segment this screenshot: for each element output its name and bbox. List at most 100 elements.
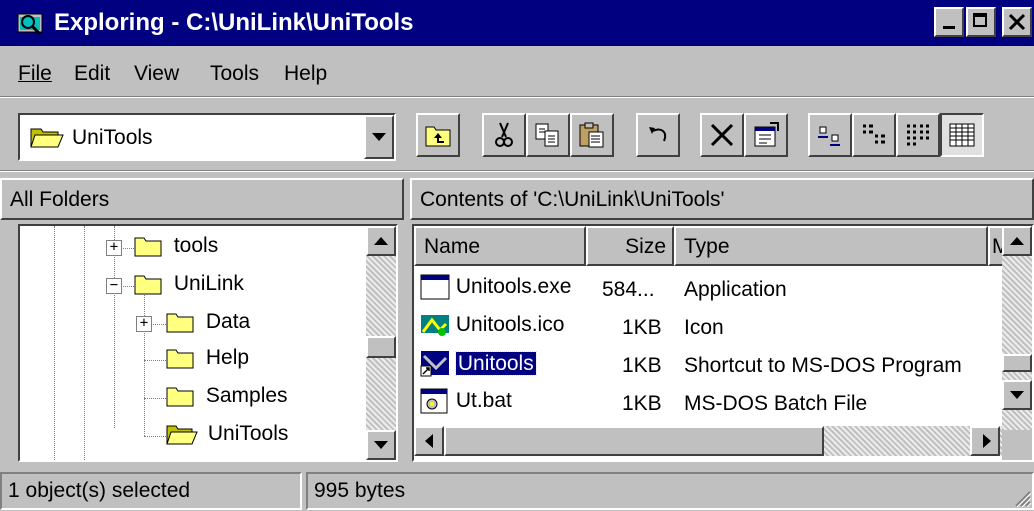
tree-item-help[interactable]: Help — [166, 346, 249, 370]
file-type: Application — [684, 278, 787, 301]
tree-item-data[interactable]: Data — [166, 310, 250, 334]
tree-item-samples[interactable]: Samples — [166, 384, 288, 408]
tree-scroll-down-button[interactable] — [366, 430, 396, 460]
file-row-unitools-exe[interactable]: Unitools.exe — [420, 274, 571, 300]
explorer-window: Exploring - C:\UniLink\UniTools File Edi… — [0, 0, 1034, 511]
file-row-unitools-shortcut[interactable]: Unitools — [420, 350, 537, 378]
small-icons-icon — [863, 124, 885, 144]
tree-line — [54, 226, 55, 460]
menu-separator — [0, 96, 1034, 98]
close-icon — [1008, 13, 1026, 31]
folder-icon — [166, 313, 194, 333]
column-header-type[interactable]: Type — [674, 226, 988, 266]
menu-view-label: View — [134, 62, 180, 85]
tree-vertical-scrollbar[interactable] — [366, 226, 396, 460]
undo-button[interactable] — [636, 113, 680, 157]
list-view-button[interactable] — [896, 113, 940, 157]
tree-scroll-thumb[interactable] — [366, 336, 396, 358]
contents-pane-header: Contents of 'C:\UniLink\UniTools' — [410, 178, 1034, 220]
chevron-up-icon — [374, 237, 388, 245]
contents-pane-title: Contents of 'C:\UniLink\UniTools' — [420, 188, 725, 211]
tree-collapse-unilink[interactable]: − — [106, 278, 122, 294]
tree-item-unitools[interactable]: UniTools — [166, 422, 288, 446]
folder-open-icon — [166, 425, 198, 445]
file-list[interactable]: Name Size Type M Unitools.exe 584... App… — [412, 224, 1034, 462]
list-scroll-right-button[interactable] — [970, 426, 1000, 456]
large-icons-button[interactable] — [808, 113, 852, 157]
status-size-text: 995 bytes — [314, 479, 406, 502]
resize-grip-icon[interactable] — [1012, 488, 1032, 508]
close-button[interactable] — [1002, 7, 1032, 37]
column-header-size[interactable]: Size — [586, 226, 674, 266]
batch-file-icon — [420, 388, 448, 414]
tree-line — [144, 360, 166, 361]
list-hscroll-thumb[interactable] — [444, 426, 824, 456]
cut-button[interactable] — [482, 113, 526, 157]
menu-file-label: File — [18, 62, 52, 85]
msdos-shortcut-icon — [420, 351, 449, 377]
menu-view[interactable]: View — [134, 62, 179, 86]
tree-item-label: Samples — [205, 384, 288, 408]
column-type-label: Type — [684, 235, 730, 258]
tree-item-unilink[interactable]: UniLink — [134, 272, 244, 296]
file-type: Shortcut to MS-DOS Program — [684, 354, 962, 377]
folders-pane-title: All Folders — [10, 188, 110, 211]
file-row-unitools-ico[interactable]: Unitools.ico — [420, 312, 564, 338]
combo-dropdown-button[interactable] — [364, 115, 394, 159]
menu-edit[interactable]: Edit — [74, 62, 110, 86]
file-row-ut-bat[interactable]: Ut.bat — [420, 388, 512, 414]
folder-icon — [166, 349, 194, 369]
tree-line — [114, 288, 115, 428]
title-bar[interactable]: Exploring - C:\UniLink\UniTools — [0, 0, 1034, 46]
copy-button[interactable] — [526, 113, 570, 157]
tree-expand-tools[interactable]: + — [106, 240, 122, 256]
menu-help[interactable]: Help — [284, 62, 327, 86]
paste-button[interactable] — [570, 113, 614, 157]
menu-file[interactable]: File — [18, 62, 52, 86]
delete-button[interactable] — [700, 113, 744, 157]
copy-icon — [535, 123, 559, 147]
tree-line — [144, 398, 166, 399]
properties-button[interactable] — [744, 113, 788, 157]
paste-icon — [579, 122, 604, 148]
tree-scroll-up-button[interactable] — [366, 226, 396, 256]
list-scroll-down-button[interactable] — [1002, 380, 1032, 410]
file-type: Icon — [684, 316, 724, 339]
small-icons-button[interactable] — [852, 113, 896, 157]
up-one-level-button[interactable] — [416, 113, 460, 157]
folder-icon — [166, 387, 194, 407]
menu-tools[interactable]: Tools — [210, 62, 259, 86]
folder-combo[interactable]: UniTools — [18, 113, 396, 161]
list-scroll-up-button[interactable] — [1002, 226, 1032, 256]
minimize-button[interactable] — [934, 7, 964, 37]
tree-line — [144, 436, 166, 437]
list-scroll-thumb[interactable] — [1002, 354, 1032, 372]
tree-line — [84, 226, 85, 460]
pane-splitter[interactable] — [400, 224, 410, 462]
tree-expand-data[interactable]: + — [136, 316, 152, 332]
file-name: Unitools.exe — [455, 275, 572, 298]
undo-icon — [649, 127, 666, 142]
details-icon — [949, 123, 975, 147]
folder-icon — [134, 237, 162, 257]
list-vertical-scrollbar[interactable] — [1002, 226, 1032, 430]
menu-help-label: Help — [284, 62, 328, 85]
minimize-icon — [943, 26, 955, 29]
tree-item-tools[interactable]: tools — [134, 234, 218, 258]
details-view-button[interactable] — [940, 113, 984, 157]
chevron-down-icon — [374, 441, 388, 449]
properties-icon — [754, 122, 779, 147]
list-horizontal-scrollbar[interactable] — [414, 426, 1002, 456]
folder-tree[interactable]: + tools − UniLink + Data Help Samples Un… — [18, 224, 398, 462]
file-name: Ut.bat — [455, 389, 512, 412]
maximize-icon — [973, 13, 987, 27]
status-selection-panel: 1 object(s) selected — [0, 472, 302, 510]
tree-item-label: Data — [205, 310, 251, 334]
column-header-name[interactable]: Name — [414, 226, 586, 266]
maximize-button[interactable] — [966, 7, 996, 37]
large-icons-icon — [818, 126, 840, 146]
up-folder-icon — [425, 126, 451, 147]
folders-pane-header: All Folders — [0, 178, 404, 220]
menu-edit-label: Edit — [74, 62, 111, 85]
list-scroll-left-button[interactable] — [414, 426, 444, 456]
